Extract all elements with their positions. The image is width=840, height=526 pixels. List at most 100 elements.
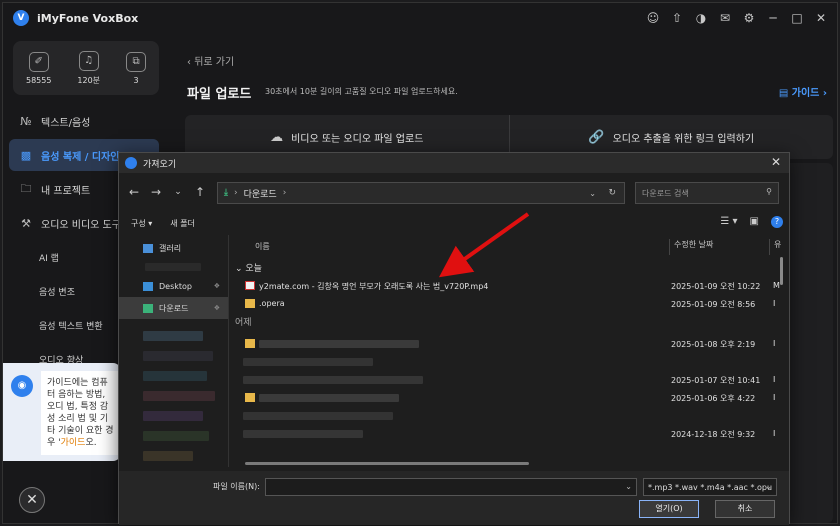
guide-link-label: 가이드 bbox=[791, 88, 820, 99]
preview-pane-icon[interactable]: ▣ bbox=[750, 216, 759, 228]
download-icon: ⤓ bbox=[224, 188, 228, 198]
file-list-header: 이름 수정한 날짜 유 bbox=[231, 235, 785, 255]
file-row-blurred[interactable]: 2024-12-18 오전 9:32 I bbox=[241, 425, 781, 443]
cloud-upload-icon: ☁ bbox=[270, 129, 284, 145]
characters-icon: ✐ bbox=[28, 51, 49, 72]
stat-minutes-value: 120분 bbox=[77, 75, 101, 85]
file-open-dialog: 가져오기 ✕ ← → ⌄ ↑ ⤓ › 다운로드 › ⌄ ↻ 다운로드 검색 ⚲ … bbox=[118, 152, 790, 525]
dialog-title: 가져오기 bbox=[143, 159, 177, 170]
file-row-blurred[interactable] bbox=[241, 407, 781, 425]
link-icon: 🔗 bbox=[588, 129, 605, 145]
file-date: 2024-12-18 오전 9:32 bbox=[671, 430, 756, 439]
pin-icon[interactable]: ❖ bbox=[214, 304, 220, 312]
mail-icon[interactable]: ✉ bbox=[717, 10, 733, 26]
page-subtitle: 30초에서 10분 길이의 고품질 오디오 파일 업로드하세요. bbox=[265, 87, 458, 96]
dialog-nav-bar: ← → ⌄ ↑ ⤓ › 다운로드 › ⌄ ↻ 다운로드 검색 ⚲ bbox=[119, 179, 789, 205]
refresh-icon[interactable]: ↻ bbox=[608, 188, 616, 198]
organize-button[interactable]: 구성 ▾ bbox=[131, 218, 152, 229]
file-row-blurred[interactable]: 2025-01-08 오후 2:19 I bbox=[241, 335, 781, 353]
video-file-icon bbox=[245, 281, 255, 290]
stat-characters: ✐ 58555 bbox=[26, 51, 51, 85]
address-dropdown-icon[interactable]: ⌄ bbox=[589, 189, 596, 198]
file-row-video[interactable]: y2mate.com - 김창옥 명언 부모가 오래도록 사는 법_v720P.… bbox=[241, 277, 781, 295]
dialog-close-icon[interactable]: ✕ bbox=[771, 155, 781, 169]
close-icon[interactable]: ✕ bbox=[813, 10, 829, 26]
gallery-icon bbox=[143, 243, 153, 253]
group-yesterday[interactable]: 어제 bbox=[235, 315, 252, 328]
back-link[interactable]: ‹ 뒤로 가기 bbox=[187, 53, 234, 68]
file-date: 2025-01-08 오후 2:19 bbox=[671, 340, 756, 349]
back-arrow-icon[interactable]: ← bbox=[123, 185, 145, 199]
file-date: 2025-01-09 오전 8:56 bbox=[671, 300, 756, 309]
sidebar-item-label: 오디오 비디오 도구 bbox=[41, 219, 121, 231]
assistant-bot-icon[interactable]: ◉ bbox=[11, 375, 33, 397]
file-type: I bbox=[773, 299, 776, 308]
file-name: y2mate.com - 김창옥 명언 부모가 오래도록 사는 법_v720P.… bbox=[259, 282, 489, 291]
settings-icon[interactable]: ⚙ bbox=[741, 10, 757, 26]
file-row-folder[interactable]: .opera 2025-01-09 오전 8:56 I bbox=[241, 295, 781, 313]
recent-dropdown-icon[interactable]: ⌄ bbox=[167, 187, 189, 197]
file-list: 이름 수정한 날짜 유 ⌄ 오늘 y2mate.com - 김창옥 명언 부모가… bbox=[231, 235, 785, 467]
file-date: 2025-01-07 오전 10:41 bbox=[671, 376, 761, 385]
upload-file-label: 비디오 또는 오디오 파일 업로드 bbox=[291, 133, 424, 145]
title-bar: V iMyFone VoxBox ☺ ⇧ ◑ ✉ ⚙ ─ □ ✕ bbox=[3, 3, 837, 33]
column-name[interactable]: 이름 bbox=[255, 241, 270, 252]
nav-item-desktop[interactable]: Desktop ❖ bbox=[119, 275, 228, 297]
voice-clone-icon: ▩ bbox=[20, 148, 32, 162]
minutes-icon: ♫ bbox=[78, 50, 99, 71]
nav-item-downloads[interactable]: 다운로드 ❖ bbox=[119, 297, 228, 319]
column-date[interactable]: 수정한 날짜 bbox=[669, 239, 713, 255]
group-today[interactable]: ⌄ 오늘 bbox=[235, 261, 262, 274]
up-arrow-icon[interactable]: ↑ bbox=[189, 185, 211, 199]
filename-input[interactable]: ⌄ bbox=[265, 478, 637, 496]
filename-dropdown-icon[interactable]: ⌄ bbox=[625, 482, 632, 491]
upload-icon[interactable]: ⇧ bbox=[669, 10, 685, 26]
blurred-file-name bbox=[243, 358, 373, 366]
file-type-filter[interactable]: *.mp3 *.wav *.m4a *.aac *.opu ⌄ bbox=[643, 478, 777, 496]
guide-tooltip-tail: 오. bbox=[85, 438, 97, 448]
group-label: 어제 bbox=[235, 318, 252, 328]
user-icon[interactable]: ☺ bbox=[645, 10, 661, 26]
sidebar-item-text-speech[interactable]: № 텍스트/음성 bbox=[9, 105, 159, 137]
folder-icon bbox=[245, 393, 255, 402]
column-type[interactable]: 유 bbox=[769, 239, 781, 255]
close-guide-button[interactable]: ✕ bbox=[19, 487, 45, 513]
guide-link[interactable]: ▤ 가이드 › bbox=[779, 84, 827, 99]
help-icon[interactable]: ? bbox=[771, 216, 783, 228]
blurred-nav-item bbox=[143, 451, 193, 461]
file-row-blurred[interactable]: 2025-01-07 오전 10:41 I bbox=[241, 371, 781, 389]
gamepad-icon[interactable]: ◑ bbox=[693, 10, 709, 26]
blurred-nav-item bbox=[143, 431, 209, 441]
file-row-blurred[interactable] bbox=[241, 353, 781, 371]
folder-icon: 🗀 bbox=[20, 181, 32, 195]
file-row-blurred[interactable]: 2025-01-06 오후 4:22 I bbox=[241, 389, 781, 407]
address-separator-icon: › bbox=[233, 188, 238, 198]
download-icon bbox=[143, 303, 153, 313]
view-options-icon[interactable]: ☰ ▾ bbox=[720, 216, 737, 228]
minimize-icon[interactable]: ─ bbox=[765, 10, 781, 26]
guide-tooltip: ◉ 가이드에는 컴퓨터 음하는 방법, 오디 법, 특정 감성 소리 법 및 기… bbox=[3, 363, 121, 461]
pin-icon[interactable]: ❖ bbox=[214, 282, 220, 290]
dialog-command-bar: 구성 ▾ 새 폴더 ☰ ▾ ▣ ? bbox=[119, 213, 789, 233]
horizontal-scrollbar[interactable] bbox=[245, 462, 529, 465]
folder-icon bbox=[245, 299, 255, 308]
maximize-icon[interactable]: □ bbox=[789, 10, 805, 26]
guide-tooltip-highlight[interactable]: 가이드 bbox=[61, 438, 86, 448]
open-button[interactable]: 열기(O) bbox=[639, 500, 699, 518]
address-bar[interactable]: ⤓ › 다운로드 › ⌄ ↻ bbox=[217, 182, 625, 204]
file-date: 2025-01-06 오후 4:22 bbox=[671, 394, 756, 403]
view-controls: ☰ ▾ ▣ ? bbox=[720, 216, 783, 228]
cancel-button[interactable]: 취소 bbox=[715, 500, 775, 518]
sidebar-item-label: 내 프로젝트 bbox=[41, 185, 91, 197]
new-folder-button[interactable]: 새 폴더 bbox=[170, 218, 195, 229]
search-input[interactable]: 다운로드 검색 ⚲ bbox=[635, 182, 779, 204]
nav-item-gallery[interactable]: 갤러리 bbox=[119, 237, 228, 259]
forward-arrow-icon[interactable]: → bbox=[145, 185, 167, 199]
desktop-icon bbox=[143, 281, 153, 291]
file-date: 2025-01-09 오전 10:22 bbox=[671, 282, 761, 291]
app-title: iMyFone VoxBox bbox=[37, 11, 139, 25]
blurred-nav-item bbox=[143, 411, 203, 421]
nav-item-label: Desktop bbox=[159, 281, 192, 291]
clone-count-icon: ⧉ bbox=[126, 51, 147, 72]
sidebar-item-label: 음성 복제 / 디자인 bbox=[41, 151, 120, 163]
